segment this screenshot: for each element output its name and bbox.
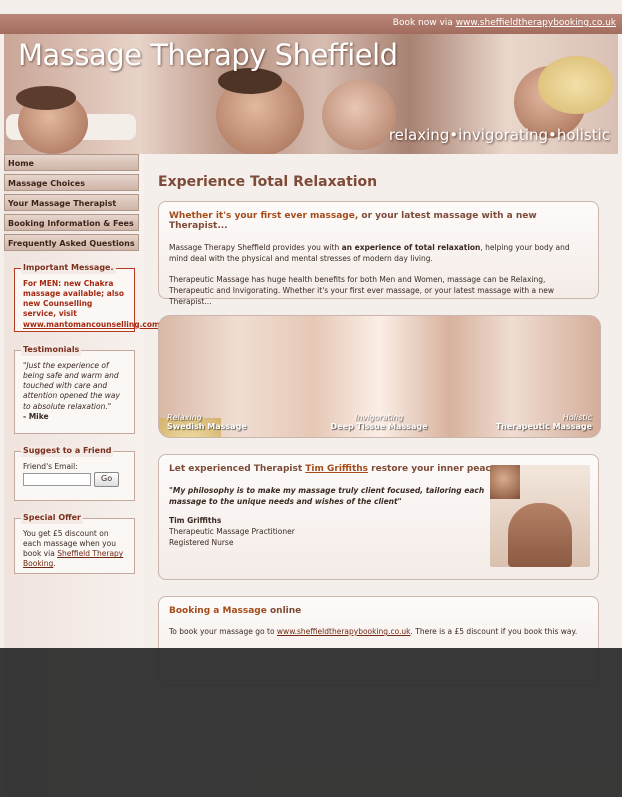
important-message-title: Important Message. (21, 263, 116, 274)
reflection-overlay (0, 648, 622, 797)
banner-holistic-bottom: Therapeutic Massage (495, 422, 592, 431)
banner-label-invigorating: Invigorating Deep Tissue Massage (329, 413, 429, 431)
intro-p1-bold: an experience of total relaxation (341, 243, 481, 252)
suggest-friend-title: Suggest to a Friend (21, 446, 114, 457)
therapist-photo (490, 465, 590, 567)
banner-invigorating-top: Invigorating (354, 413, 404, 422)
booking-link[interactable]: www.sheffieldtherapybooking.co.uk (277, 627, 411, 636)
friend-email-label: Friend's Email: (23, 462, 78, 471)
book-now-prefix: Book now via (392, 18, 453, 28)
important-message-text: For MEN: new Chakra massage available; a… (23, 279, 125, 319)
bald-man-image (322, 80, 396, 150)
special-offer-title: Special Offer (21, 513, 83, 524)
testimonials-box: Testimonials "Just the experience of bei… (14, 345, 135, 434)
intro-paragraph-1: Massage Therapy Sheffield provides you w… (169, 243, 588, 265)
testimonials-title: Testimonials (21, 345, 82, 356)
intro-title-bold: Whether it's your first ever massage, (169, 211, 359, 221)
book-now-text: Book now via www.sheffieldtherapybooking… (393, 18, 616, 28)
banner-invigorating-bottom: Deep Tissue Massage (330, 422, 428, 431)
nav-home[interactable]: Home (4, 154, 139, 171)
booking-title-a: Booking a Massage (169, 606, 267, 616)
header-banner: Massage Therapy Sheffield relaxing•invig… (4, 34, 618, 154)
banner-label-relaxing: Relaxing Swedish Massage (167, 413, 247, 431)
woman-hair-image (538, 56, 614, 114)
special-offer-box: Special Offer You get £5 discount on eac… (14, 513, 135, 574)
therapist-title-a: Let experienced Therapist (169, 464, 306, 474)
booking-title-b: online (266, 606, 302, 616)
banner-relaxing-top: Relaxing (167, 413, 202, 422)
banner-holistic-top: Holistic (562, 413, 592, 422)
testimonial-quote: "Just the experience of being safe and w… (23, 361, 120, 411)
therapist-quote: "My philosophy is to make my massage tru… (169, 486, 485, 506)
top-bar: Book now via www.sheffieldtherapybooking… (0, 14, 622, 34)
nav-massage-choices[interactable]: Massage Choices (4, 174, 139, 191)
banner-label-holistic: Holistic Therapeutic Massage (496, 413, 592, 431)
nav-booking-information[interactable]: Booking Information & Fees (4, 214, 139, 231)
intro-panel: Whether it's your first ever massage, or… (158, 201, 599, 306)
therapist-head (490, 465, 520, 499)
relaxing-client-image (159, 316, 229, 390)
therapist-name-link[interactable]: Tim Griffiths (305, 464, 368, 474)
massage-types-banner: Relaxing Swedish Massage Invigorating Deep… (158, 315, 601, 438)
therapist-panel: Let experienced Therapist Tim Griffiths … (158, 454, 599, 580)
intro-p1-a: Massage Therapy Sheffield provides you w… (169, 243, 342, 252)
page: Book now via www.sheffieldtherapybooking… (0, 0, 622, 797)
special-offer-end: . (53, 559, 56, 569)
nav-your-massage-therapist[interactable]: Your Massage Therapist (4, 194, 139, 211)
banner-relaxing-bottom: Swedish Massage (167, 422, 247, 431)
page-heading: Experience Total Relaxation (158, 174, 378, 190)
intro-title: Whether it's your first ever massage, or… (169, 211, 588, 231)
nav-faq[interactable]: Frequently Asked Questions (4, 234, 139, 251)
friend-email-input[interactable] (23, 472, 91, 486)
book-now-link[interactable]: www.sheffieldtherapybooking.co.uk (456, 18, 616, 28)
site-title: Massage Therapy Sheffield (18, 38, 398, 72)
go-button[interactable]: Go (94, 472, 120, 487)
booking-title: Booking a Massage online (169, 606, 588, 616)
man-hair-image (16, 86, 76, 110)
testimonial-author: - Mike (23, 411, 49, 421)
site-tagline: relaxing•invigorating•holistic (388, 126, 610, 144)
booking-text: To book your massage go to www.sheffield… (169, 627, 588, 638)
booking-text-b: . There is a £5 discount if you book thi… (410, 627, 578, 636)
therapist-body (508, 503, 572, 567)
important-message-box: Important Message. For MEN: new Chakra m… (14, 263, 160, 332)
suggest-friend-box: Suggest to a Friend Friend's Email: Go (14, 446, 135, 501)
therapist-title-b: restore your inner peace (368, 464, 497, 474)
counselling-link[interactable]: www.mantomancounselling.com (23, 320, 160, 330)
intro-paragraph-2: Therapeutic Massage has huge health bene… (169, 274, 555, 306)
booking-text-a: To book your massage go to (169, 627, 277, 636)
